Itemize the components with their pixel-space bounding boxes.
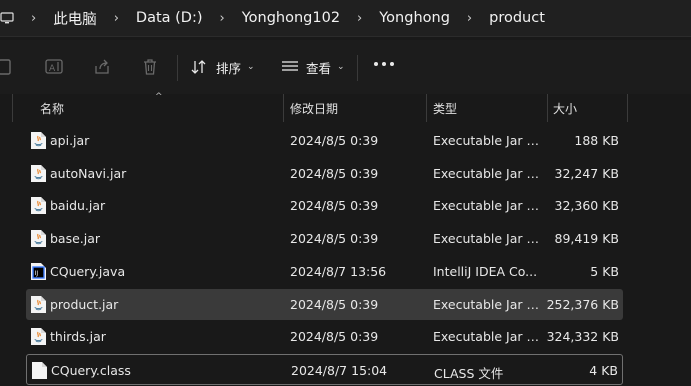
breadcrumb-this-pc[interactable]: 此电脑 xyxy=(53,8,97,29)
chevron-right-icon[interactable]: › xyxy=(467,11,472,26)
intellij-java-icon: IJ xyxy=(31,262,46,280)
file-size: 252,376 KB xyxy=(546,296,619,312)
jar-file-icon xyxy=(31,328,46,346)
file-name: thirds.jar xyxy=(50,329,106,345)
file-row[interactable]: baidu.jar 2024/8/5 0:39 Executable Jar Fil… xyxy=(26,190,623,221)
rename-icon[interactable]: A xyxy=(44,57,64,77)
jar-file-icon xyxy=(31,197,46,215)
column-header-type[interactable]: 类型 xyxy=(433,100,457,117)
column-header-size[interactable]: 大小 xyxy=(553,100,577,117)
file-modified: 2024/8/5 0:39 xyxy=(290,329,379,345)
file-type: Executable Jar File xyxy=(433,133,545,148)
file-row[interactable]: api.jar 2024/8/5 0:39 Executable Jar File 1… xyxy=(26,125,623,156)
view-label: 查看 xyxy=(306,60,332,76)
file-size: 32,247 KB xyxy=(554,165,619,181)
file-size: 32,360 KB xyxy=(554,198,619,214)
file-modified: 2024/8/7 15:04 xyxy=(291,362,388,378)
file-name: base.jar xyxy=(50,231,101,247)
file-row[interactable]: autoNavi.jar 2024/8/5 0:39 Executable Jar … xyxy=(26,158,623,189)
delete-icon[interactable] xyxy=(140,57,160,77)
chevron-down-icon: ⌄ xyxy=(247,62,255,72)
file-size: 4 KB xyxy=(589,362,618,378)
divider xyxy=(0,36,691,37)
file-name: product.jar xyxy=(50,296,119,312)
file-row[interactable]: product.jar 2024/8/5 0:39 Executable Jar F… xyxy=(26,288,623,320)
file-size: 324,332 KB xyxy=(546,329,619,345)
file-type: Executable Jar File xyxy=(433,165,545,181)
file-modified: 2024/8/5 0:39 xyxy=(290,165,379,181)
jar-file-icon xyxy=(31,295,46,313)
file-row[interactable]: CQuery.class 2024/8/7 15:04 CLASS 文件 4 KB xyxy=(26,353,623,385)
svg-text:A: A xyxy=(49,64,56,74)
view-icon xyxy=(282,61,298,71)
jar-file-icon xyxy=(31,230,46,248)
file-type: Executable Jar File xyxy=(433,198,545,214)
sort-label: 排序 xyxy=(216,60,242,76)
sort-button[interactable]: 排序 ⌄ xyxy=(191,56,255,78)
this-pc-icon[interactable] xyxy=(0,11,14,25)
breadcrumb-product[interactable]: product xyxy=(489,10,545,26)
sort-ascending-icon: ^ xyxy=(155,92,163,102)
breadcrumb-data-drive[interactable]: Data (D:) xyxy=(136,10,203,26)
file-modified: 2024/8/5 0:39 xyxy=(290,198,379,214)
file-row[interactable]: base.jar 2024/8/5 0:39 Executable Jar File… xyxy=(26,223,623,254)
file-type: Executable Jar File xyxy=(433,231,545,247)
file-row[interactable]: IJ CQuery.java 2024/8/7 13:56 IntelliJ IDEA… xyxy=(26,256,623,287)
chevron-right-icon[interactable]: › xyxy=(31,11,36,26)
file-modified: 2024/8/5 0:39 xyxy=(290,296,379,312)
breadcrumb: › 此电脑 › Data (D:) › Yonghong102 › Yongho… xyxy=(0,0,691,36)
toolbar-separator xyxy=(177,55,178,81)
file-name: CQuery.java xyxy=(50,263,126,279)
file-name: api.jar xyxy=(50,133,90,148)
file-type: Executable Jar File xyxy=(433,329,545,345)
column-separator[interactable] xyxy=(283,94,284,122)
svg-text:IJ: IJ xyxy=(35,270,39,277)
breadcrumb-yonghong[interactable]: Yonghong xyxy=(379,10,450,26)
jar-file-icon xyxy=(31,132,46,149)
chevron-right-icon[interactable]: › xyxy=(220,11,225,26)
more-options-icon[interactable] xyxy=(374,62,394,66)
command-bar: A 排序 ⌄ 查看 ⌄ xyxy=(0,40,691,94)
paste-icon[interactable] xyxy=(0,57,16,77)
file-size: 188 KB xyxy=(574,133,619,148)
jar-file-icon xyxy=(31,164,46,182)
toolbar-separator xyxy=(357,55,358,81)
column-header-modified[interactable]: 修改日期 xyxy=(290,100,338,117)
column-separator[interactable] xyxy=(547,94,548,122)
column-separator[interactable] xyxy=(12,94,13,122)
column-header-name[interactable]: 名称 xyxy=(40,100,64,117)
chevron-right-icon[interactable]: › xyxy=(357,11,362,26)
share-icon[interactable] xyxy=(92,57,112,77)
file-name: baidu.jar xyxy=(50,198,106,214)
sort-icon xyxy=(191,60,206,74)
column-separator[interactable] xyxy=(627,94,628,122)
breadcrumb-yonghong102[interactable]: Yonghong102 xyxy=(242,10,340,26)
chevron-right-icon[interactable]: › xyxy=(114,11,119,26)
file-size: 89,419 KB xyxy=(554,231,619,247)
file-name: CQuery.class xyxy=(51,362,131,378)
file-modified: 2024/8/5 0:39 xyxy=(290,231,379,247)
file-modified: 2024/8/7 13:56 xyxy=(290,263,387,279)
view-button[interactable]: 查看 ⌄ xyxy=(281,56,345,78)
file-type: IntelliJ IDEA Co... xyxy=(433,263,538,279)
file-type: CLASS 文件 xyxy=(434,365,504,381)
file-row[interactable]: thirds.jar 2024/8/5 0:39 Executable Jar Fi… xyxy=(26,321,623,352)
chevron-down-icon: ⌄ xyxy=(337,62,345,72)
file-type: Executable Jar File xyxy=(433,296,545,312)
column-separator[interactable] xyxy=(426,94,427,122)
file-name: autoNavi.jar xyxy=(50,165,127,181)
column-header-row: ^ 名称 修改日期 类型 大小 xyxy=(0,92,691,122)
blank-file-icon xyxy=(32,361,47,379)
file-size: 5 KB xyxy=(590,263,619,279)
file-modified: 2024/8/5 0:39 xyxy=(290,133,379,148)
